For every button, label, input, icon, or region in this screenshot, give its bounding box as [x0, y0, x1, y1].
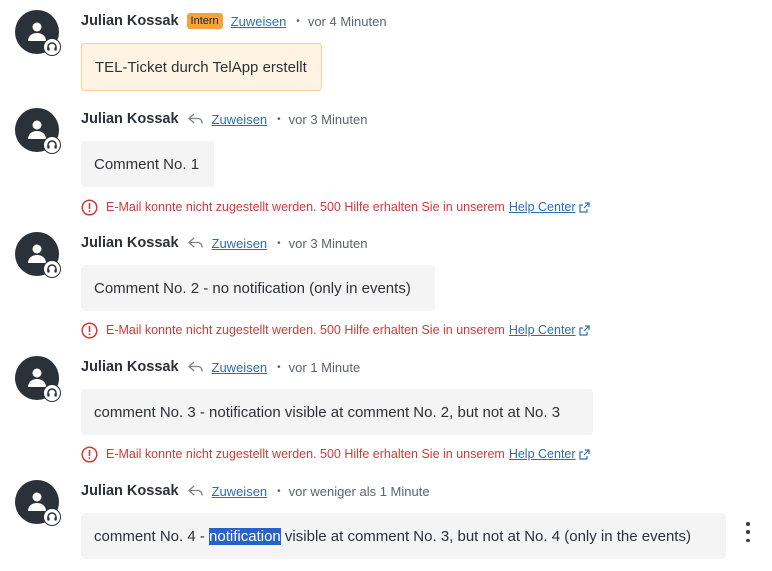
entry-meta: Julian Kossak Zuweisen • vor 1 Minute: [81, 357, 360, 377]
assign-link[interactable]: Zuweisen: [212, 484, 268, 499]
comment-text-end: visible at comment No. 3, but not at No.…: [280, 527, 691, 545]
avatar[interactable]: [15, 480, 61, 526]
author-name: Julian Kossak: [81, 235, 179, 251]
internal-note-bubble: TEL-Ticket durch TelApp erstellt: [81, 43, 322, 91]
error-text: E-Mail konnte nicht zugestellt werden. 5…: [106, 447, 505, 461]
comment-bubble: comment No. 3 - notification visible at …: [81, 389, 593, 435]
timestamp: vor weniger als 1 Minute: [288, 483, 430, 499]
avatar[interactable]: [15, 232, 61, 278]
error-text: E-Mail konnte nicht zugestellt werden. 5…: [106, 323, 505, 337]
entry-meta: Julian Kossak Zuweisen • vor 3 Minuten: [81, 233, 367, 253]
timestamp: vor 3 Minuten: [288, 235, 368, 251]
delivery-error: E-Mail konnte nicht zugestellt werden. 5…: [81, 445, 590, 463]
user-icon: [28, 492, 46, 511]
error-text: E-Mail konnte nicht zugestellt werden. 5…: [106, 200, 505, 214]
comment-bubble: Comment No. 2 - no notification (only in…: [81, 265, 435, 311]
separator-dot: •: [277, 361, 281, 373]
comment-bubble: Comment No. 1: [81, 141, 214, 187]
selected-text: notification: [209, 527, 281, 545]
reply-arrow-icon[interactable]: [187, 113, 204, 125]
reply-arrow-icon[interactable]: [187, 485, 204, 497]
headset-icon: [43, 38, 61, 56]
comment-bubble: comment No. 4 - notification visible at …: [81, 513, 726, 559]
delivery-error: E-Mail konnte nicht zugestellt werden. 5…: [81, 198, 590, 216]
comment-text: comment No. 4 - notification visible at …: [94, 527, 691, 545]
entry-meta: Julian Kossak Zuweisen • vor 3 Minuten: [81, 109, 367, 129]
assign-link[interactable]: Zuweisen: [212, 112, 268, 127]
user-icon: [28, 120, 46, 139]
headset-icon: [43, 136, 61, 154]
avatar[interactable]: [15, 10, 61, 56]
author-name: Julian Kossak: [81, 359, 179, 375]
external-link-icon: [578, 201, 590, 213]
help-center-link[interactable]: Help Center: [509, 200, 576, 214]
delivery-error: E-Mail konnte nicht zugestellt werden. 5…: [81, 321, 590, 339]
help-center-link[interactable]: Help Center: [509, 323, 576, 337]
assign-link[interactable]: Zuweisen: [212, 236, 268, 251]
separator-dot: •: [277, 113, 281, 125]
intern-badge: Intern: [186, 13, 223, 29]
reply-arrow-icon[interactable]: [187, 237, 204, 249]
separator-dot: •: [296, 15, 300, 27]
comment-text: Comment No. 2 - no notification (only in…: [94, 279, 411, 297]
user-icon: [28, 244, 46, 263]
assign-link[interactable]: Zuweisen: [231, 14, 287, 29]
alert-circle-icon: [81, 445, 98, 463]
timestamp: vor 4 Minuten: [307, 13, 387, 29]
more-vertical-icon[interactable]: [743, 522, 753, 542]
external-link-icon: [578, 324, 590, 336]
help-center-link[interactable]: Help Center: [509, 447, 576, 461]
avatar[interactable]: [15, 356, 61, 402]
avatar[interactable]: [15, 108, 61, 154]
user-icon: [28, 368, 46, 387]
entry-meta: Julian Kossak Intern Zuweisen • vor 4 Mi…: [81, 11, 387, 31]
external-link-icon: [578, 448, 590, 460]
separator-dot: •: [277, 485, 281, 497]
reply-arrow-icon[interactable]: [187, 361, 204, 373]
author-name: Julian Kossak: [81, 483, 179, 499]
alert-circle-icon: [81, 198, 98, 216]
comment-text: Comment No. 1: [94, 155, 200, 173]
entry-meta: Julian Kossak Zuweisen • vor weniger als…: [81, 481, 430, 501]
headset-icon: [43, 508, 61, 526]
headset-icon: [43, 260, 61, 278]
author-name: Julian Kossak: [81, 13, 179, 29]
comment-text: TEL-Ticket durch TelApp erstellt: [95, 58, 307, 76]
comment-text: comment No. 3 - notification visible at …: [94, 403, 561, 421]
separator-dot: •: [277, 237, 281, 249]
timestamp: vor 3 Minuten: [288, 111, 368, 127]
alert-circle-icon: [81, 321, 98, 339]
headset-icon: [43, 384, 61, 402]
timestamp: vor 1 Minute: [288, 359, 361, 375]
comment-text-start: comment No. 4 -: [94, 527, 210, 545]
author-name: Julian Kossak: [81, 111, 179, 127]
assign-link[interactable]: Zuweisen: [212, 360, 268, 375]
user-icon: [28, 22, 46, 41]
